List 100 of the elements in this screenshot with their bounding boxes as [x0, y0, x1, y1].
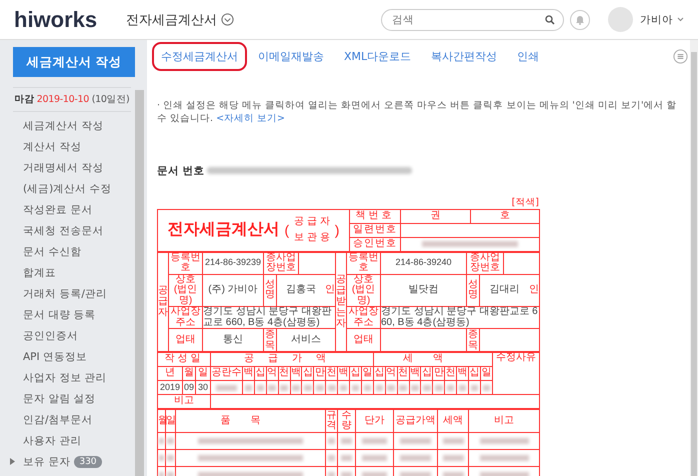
form-value: 통신 — [202, 328, 264, 352]
menu-icon[interactable] — [673, 48, 688, 64]
search-field[interactable]: 검색 — [381, 8, 564, 30]
sidebar-item[interactable]: 보유 문자 — [23, 454, 70, 468]
caret-icon[interactable] — [10, 458, 15, 465]
form-label: 호 — [470, 209, 540, 224]
blurred-text — [400, 438, 431, 444]
caret-icon[interactable] — [677, 17, 684, 22]
party-side-label: 공급받는자 — [336, 252, 346, 352]
sidebar-item[interactable]: API 연동정보 — [23, 350, 87, 364]
form-label: 비고 — [158, 394, 211, 409]
sidebar-item[interactable]: 문서 대량 등록 — [23, 308, 96, 322]
sidebar-item[interactable]: 인감/첨부문서 — [23, 412, 93, 426]
form-label: 일련번호 — [350, 223, 400, 238]
copy-color-label: [적색] — [510, 196, 539, 209]
logo[interactable]: hiworks — [14, 6, 126, 32]
blurred-text — [480, 455, 528, 462]
form-label: 십 — [373, 366, 386, 381]
blurred-text — [216, 384, 238, 391]
form-value: 김홍국 — [286, 284, 316, 296]
form-label: 백 — [409, 366, 421, 381]
toolbar-link[interactable]: 복사간편작성 — [422, 42, 506, 70]
form-label: 성명 — [264, 274, 276, 307]
parenthesis: ( — [284, 222, 290, 238]
column-header: 비고 — [468, 410, 540, 433]
scrollbar[interactable] — [690, 40, 698, 476]
form-label: 종목 — [264, 328, 276, 352]
sidebar-item[interactable]: 사용자 관리 — [23, 434, 82, 448]
details-link[interactable]: <자세히 보기> — [216, 113, 286, 124]
sidebar-item[interactable]: 사업자 정보 관리 — [23, 370, 107, 384]
toolbar-link[interactable]: 이메일재발송 — [249, 42, 333, 70]
toolbar-link[interactable]: XML다운로드 — [335, 42, 420, 70]
blurred-text — [362, 455, 388, 462]
column-header: 수량 — [338, 410, 356, 433]
seal-mark: 인 — [325, 285, 335, 296]
form-label: 십 — [350, 366, 362, 381]
toolbar-link[interactable]: 인쇄 — [508, 42, 548, 70]
form-label: 백 — [290, 366, 302, 381]
sidebar-item[interactable]: 계산서 작성 — [23, 140, 82, 154]
seal-mark: 인 — [529, 285, 539, 296]
sidebar-item[interactable]: 문서 수신함 — [23, 244, 82, 258]
form-value: 경기도 성남시 분당구 대왕판교로 660, B동 4층(삼평동) — [202, 306, 336, 329]
form-label: 공급가액 — [210, 352, 374, 367]
form-label: 상호(법인명) — [346, 274, 380, 307]
form-label: 억 — [266, 366, 278, 381]
sidebar-item[interactable]: 합계표 — [23, 266, 56, 280]
blurred-text — [400, 455, 431, 462]
create-invoice-button[interactable]: 세금계산서 작성 — [13, 47, 135, 77]
column-header: 세액 — [438, 410, 468, 433]
column-header: 품목 — [176, 410, 326, 433]
deadline-text: 마감 2019-10-10 (10일전) — [13, 87, 131, 112]
form-value: 09 — [182, 380, 196, 395]
sidebar-item[interactable]: (세금)계산서 수정 — [23, 182, 112, 196]
sidebar-item[interactable]: 거래처 등록/관리 — [23, 286, 107, 300]
form-value: 빌닷컴 — [380, 274, 466, 307]
form-value: 214-86-39240 — [380, 252, 466, 274]
sidebar-item[interactable]: 국세청 전송문서 — [23, 224, 104, 238]
search-icon[interactable] — [545, 14, 555, 24]
form-label: 업태 — [168, 328, 202, 352]
party-side-label: 공급자 — [158, 252, 168, 352]
form-label: 권 — [400, 209, 470, 224]
user-name[interactable]: 가비아 — [640, 12, 673, 26]
form-value: 2019 — [158, 380, 182, 395]
form-label: 십 — [302, 366, 314, 381]
form-label: 종사업장번호 — [466, 252, 504, 274]
form-label: 일 — [361, 366, 374, 381]
sidebar-item[interactable]: 세금계산서 작성 — [23, 118, 104, 132]
sidebar-item[interactable]: 거래명세서 작성 — [23, 160, 104, 174]
sidebar-item[interactable]: 문자 알림 설정 — [23, 392, 96, 406]
column-header: 일 — [166, 410, 176, 433]
notification-button[interactable] — [570, 10, 590, 30]
blurred-text — [340, 438, 352, 444]
document-number-label: 문서 번호 — [157, 164, 206, 178]
form-label: 성명 — [466, 274, 480, 307]
form-label: 사업장주소 — [168, 306, 202, 329]
form-label: 세액 — [373, 352, 492, 367]
form-label: 종목 — [466, 328, 480, 352]
sidebar-item[interactable]: 공인인증서 — [23, 328, 78, 342]
form-label: 책번호 — [350, 209, 400, 224]
form-value: (주) 가비아 — [202, 274, 264, 307]
copy-type: 보 관 용 — [294, 233, 330, 244]
sidebar-item[interactable]: 작성완료 문서 — [23, 202, 92, 216]
print-notice: · 인쇄 설정은 해당 메뉴 클릭하여 열리는 화면에서 오른쪽 마우스 버튼 클릭후 보이는 메뉴의 '인쇄 미리 보기'에서 할 수 있습니다. <자세히 보기> — [157, 99, 677, 126]
form-label: 등록번호 — [346, 252, 380, 274]
form-label: 천 — [444, 366, 457, 381]
form-label: 등록번호 — [168, 252, 202, 274]
scrollbar[interactable] — [135, 90, 144, 476]
form-label: 천 — [326, 366, 338, 381]
form-label: 상호(법인명) — [168, 274, 202, 307]
form-label: 승인번호 — [350, 237, 400, 252]
blurred-text — [328, 455, 336, 462]
blurred-text — [442, 438, 464, 444]
form-label: 종사업장번호 — [264, 252, 298, 274]
column-header: 단가 — [356, 410, 394, 433]
form-label: 사업장주소 — [346, 306, 380, 329]
toolbar-link[interactable]: 수정세금계산서 — [152, 42, 247, 70]
form-label: 일 — [196, 366, 211, 381]
chevron-down-icon[interactable] — [221, 13, 234, 26]
form-label: 천 — [278, 366, 290, 381]
column-header: 규격 — [326, 410, 338, 433]
